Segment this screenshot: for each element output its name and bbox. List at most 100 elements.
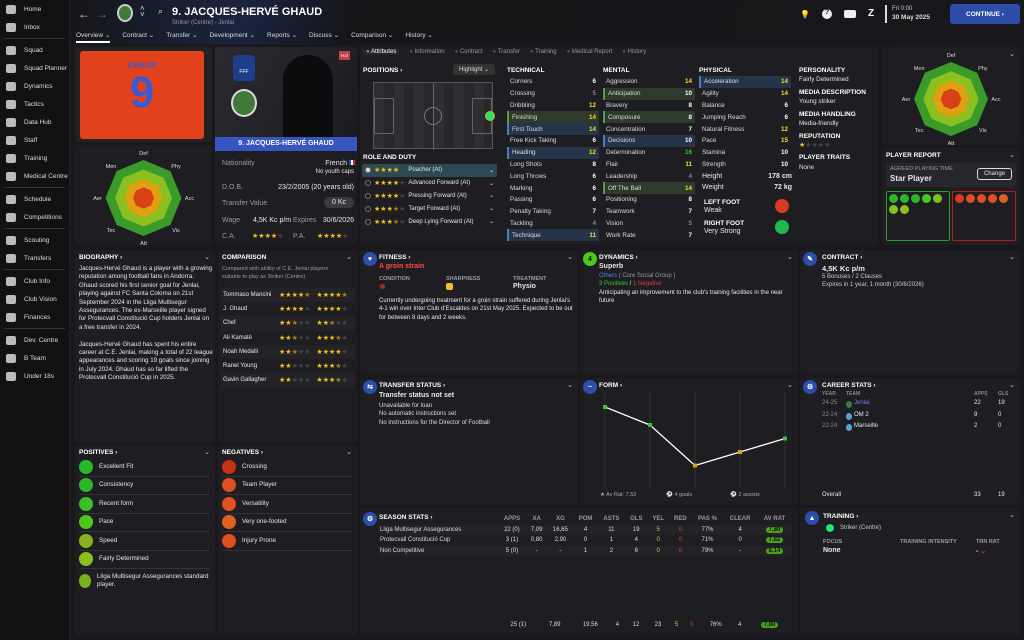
role-item[interactable]: ★★★★★Advanced Forward (At)⌄ bbox=[362, 177, 497, 190]
attribute-passing[interactable]: Passing6 bbox=[507, 194, 599, 206]
attr-tab-attributes[interactable]: ● Attributes bbox=[363, 49, 399, 55]
positions-title[interactable]: POSITIONS › bbox=[363, 67, 402, 74]
radio-button[interactable] bbox=[365, 180, 371, 186]
transfer-status-title[interactable]: TRANSFER STATUS › bbox=[379, 382, 445, 389]
chevron-down-icon[interactable]: ⌄ bbox=[1009, 50, 1015, 58]
chevron-down-icon[interactable]: ⌄ bbox=[204, 448, 210, 456]
continue-button[interactable]: CONTINUE › bbox=[950, 4, 1020, 24]
attribute-aggression[interactable]: Aggression14 bbox=[603, 76, 695, 88]
chevron-down-icon[interactable]: ⌄ bbox=[489, 205, 494, 212]
form-point[interactable] bbox=[603, 405, 607, 409]
attribute-acceleration[interactable]: Acceleration14 bbox=[699, 76, 791, 88]
attribute-finishing[interactable]: Finishing14 bbox=[507, 111, 599, 123]
negatives-title[interactable]: NEGATIVES › bbox=[222, 449, 263, 456]
chevron-down-icon[interactable]: ⌄ bbox=[787, 253, 793, 261]
chevron-down-icon[interactable]: ⌄ bbox=[489, 192, 494, 199]
attr-tab-training[interactable]: ● Training bbox=[530, 49, 557, 55]
form-point[interactable] bbox=[783, 437, 787, 441]
chevron-down-icon[interactable]: ⌄ bbox=[1009, 381, 1015, 389]
comparison-row[interactable]: Gavin Gallagher★★★★★★★★★★ bbox=[221, 373, 355, 387]
positives-count[interactable]: 3 Positives bbox=[599, 281, 628, 287]
attribute-positioning[interactable]: Positioning8 bbox=[603, 194, 695, 206]
form-point[interactable] bbox=[648, 423, 652, 427]
comparison-row[interactable]: Noah Medalli★★★★★★★★★★ bbox=[221, 345, 355, 359]
social-group-link[interactable]: Others bbox=[599, 273, 617, 279]
attribute-work-rate[interactable]: Work Rate7 bbox=[603, 229, 695, 241]
sidebar-item-under-18s[interactable]: Under 18s bbox=[0, 367, 69, 385]
attribute-marking[interactable]: Marking6 bbox=[507, 182, 599, 194]
chevron-down-icon[interactable]: ⌄ bbox=[1009, 511, 1015, 519]
sidebar-item-medical-centre[interactable]: Medical Centre bbox=[0, 167, 69, 185]
attr-tab-information[interactable]: ● Information bbox=[409, 49, 444, 55]
sidebar-item-training[interactable]: Training bbox=[0, 149, 69, 167]
role-item[interactable]: ★★★★★Pressing Forward (At)⌄ bbox=[362, 190, 497, 203]
sidebar-item-transfers[interactable]: Transfers bbox=[0, 249, 69, 267]
attribute-agility[interactable]: Agility14 bbox=[699, 88, 791, 100]
hint-icon[interactable]: 💡 bbox=[800, 10, 810, 19]
contract-title[interactable]: CONTRACT › bbox=[822, 254, 862, 261]
chevron-down-icon[interactable]: ⌄ bbox=[567, 381, 573, 389]
attribute-stamina[interactable]: Stamina10 bbox=[699, 147, 791, 159]
sidebar-item-tactics[interactable]: Tactics bbox=[0, 95, 69, 113]
attribute-free-kick-taking[interactable]: Free Kick Taking6 bbox=[507, 135, 599, 147]
role-item[interactable]: ★★★★★Poacher (At)⌄ bbox=[362, 164, 497, 177]
chevron-down-icon[interactable]: ⌄ bbox=[1009, 253, 1015, 261]
role-item[interactable]: ★★★★★Target Forward (At)⌄ bbox=[362, 202, 497, 215]
attribute-jumping-reach[interactable]: Jumping Reach6 bbox=[699, 111, 791, 123]
positive-item[interactable]: Fairly Determined bbox=[79, 551, 209, 570]
attr-tab-contract[interactable]: ● Contract bbox=[455, 49, 483, 55]
chevron-down-icon[interactable]: ⌄ bbox=[204, 253, 210, 261]
tab-reports[interactable]: Reports ⌄ bbox=[267, 31, 297, 43]
role-item[interactable]: ★★★★★Deep Lying Forward (At)⌄ bbox=[362, 215, 497, 228]
youtube-icon[interactable] bbox=[844, 10, 856, 18]
sidebar-item-squad-planner[interactable]: Squad Planner bbox=[0, 59, 69, 77]
chevron-down-icon[interactable]: ⌄ bbox=[567, 253, 573, 261]
attribute-composure[interactable]: Composure8 bbox=[603, 111, 695, 123]
negative-item[interactable]: Team Player bbox=[222, 477, 352, 496]
attribute-corners[interactable]: Corners6 bbox=[507, 76, 599, 88]
negative-item[interactable]: Crossing bbox=[222, 458, 352, 477]
attribute-heading[interactable]: Heading12 bbox=[507, 147, 599, 159]
sidebar-item-competitions[interactable]: Competitions bbox=[0, 208, 69, 226]
help-icon[interactable]: ? bbox=[822, 9, 832, 19]
forward-icon[interactable]: → bbox=[96, 7, 108, 21]
sidebar-item-club-vision[interactable]: Club Vision bbox=[0, 290, 69, 308]
positive-item[interactable]: Recent form bbox=[79, 495, 209, 514]
sidebar-item-staff[interactable]: Staff bbox=[0, 131, 69, 149]
switch-player-icon[interactable]: ˄˅ bbox=[140, 6, 145, 18]
career-stats-title[interactable]: CAREER STATS › bbox=[822, 382, 876, 389]
fm-icon[interactable]: Z bbox=[868, 8, 874, 19]
radio-button[interactable] bbox=[365, 219, 371, 225]
position-marker-st[interactable] bbox=[485, 111, 495, 121]
chevron-down-icon[interactable]: ⌄ bbox=[489, 180, 494, 187]
attribute-teamwork[interactable]: Teamwork7 bbox=[603, 206, 695, 218]
sidebar-item-dev-centre[interactable]: Dev. Centre bbox=[0, 331, 69, 349]
negative-item[interactable]: Very one-footed bbox=[222, 514, 352, 533]
attribute-tackling[interactable]: Tackling4 bbox=[507, 218, 599, 230]
change-button[interactable]: Change bbox=[977, 168, 1012, 180]
chevron-down-icon[interactable]: ⌄ bbox=[489, 167, 494, 174]
attribute-leadership[interactable]: Leadership4 bbox=[603, 170, 695, 182]
tab-overview[interactable]: Overview ⌄ bbox=[76, 31, 110, 43]
sidebar-item-finances[interactable]: Finances bbox=[0, 308, 69, 326]
highlight-dropdown[interactable]: Highlight ⌄ bbox=[453, 64, 495, 75]
attribute-vision[interactable]: Vision5 bbox=[603, 218, 695, 230]
sidebar-item-data-hub[interactable]: Data Hub bbox=[0, 113, 69, 131]
attr-tab-medical-report[interactable]: ● Medical Report bbox=[567, 49, 613, 55]
negatives-count[interactable]: 1 Negative bbox=[633, 281, 662, 287]
chevron-down-icon[interactable]: ⌄ bbox=[346, 448, 352, 456]
attribute-first-touch[interactable]: First Touch14 bbox=[507, 123, 599, 135]
attribute-penalty-taking[interactable]: Penalty Taking7 bbox=[507, 206, 599, 218]
fitness-title[interactable]: FITNESS › bbox=[379, 254, 410, 261]
positives-title[interactable]: POSITIVES › bbox=[79, 449, 117, 456]
sidebar-item-scouting[interactable]: Scouting bbox=[0, 231, 69, 249]
sidebar-item-schedule[interactable]: Schedule bbox=[0, 190, 69, 208]
tab-transfer[interactable]: Transfer ⌄ bbox=[166, 31, 197, 43]
attribute-crossing[interactable]: Crossing5 bbox=[507, 88, 599, 100]
positive-item[interactable]: Excellent Fit bbox=[79, 458, 209, 477]
comparison-row[interactable]: J. Ghaud★★★★★★★★★★ bbox=[221, 302, 355, 316]
tab-discuss[interactable]: Discuss ⌄ bbox=[309, 31, 339, 43]
comparison-row[interactable]: Chef★★★★★★★★★★ bbox=[221, 316, 355, 330]
attribute-anticipation[interactable]: Anticipation10 bbox=[603, 88, 695, 100]
attribute-bravery[interactable]: Bravery8 bbox=[603, 100, 695, 112]
